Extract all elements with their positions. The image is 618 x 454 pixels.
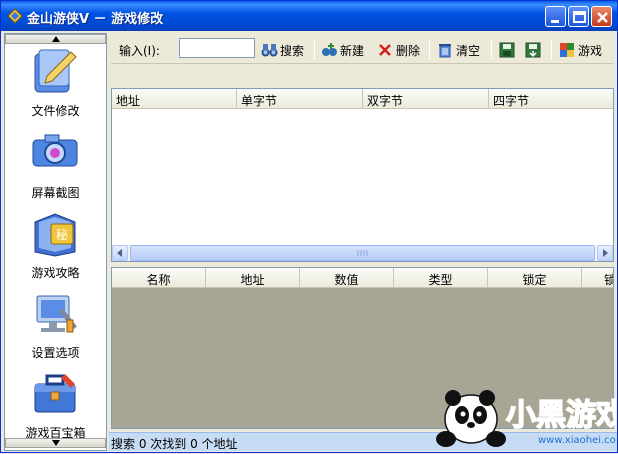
horizontal-scrollbar[interactable]	[112, 245, 613, 261]
toolbar-separator	[491, 39, 492, 59]
grip-icon	[357, 250, 368, 256]
maximize-button[interactable]	[568, 6, 589, 27]
sidebar-item-file-edit[interactable]: 文件修改	[5, 46, 106, 126]
column-header-value[interactable]: 数值	[300, 268, 394, 287]
scroll-thumb[interactable]	[130, 245, 595, 261]
toolbar: 输入(I): 搜索 新建 删除 清空 游戏	[111, 34, 613, 64]
address-results-list[interactable]: 地址 单字节 双字节 四字节	[111, 88, 614, 262]
sidebar: 文件修改 屏幕截图 秘 游戏攻略 设置选项 游戏百宝箱	[4, 33, 107, 451]
delete-button[interactable]: 删除	[377, 39, 423, 61]
sidebar-item-label: 屏幕截图	[31, 186, 80, 200]
new-icon	[322, 43, 337, 56]
locked-list-header: 名称 地址 数值 类型 锁定 锁	[112, 268, 613, 288]
new-button[interactable]: 新建	[321, 39, 367, 61]
binoculars-icon	[261, 44, 278, 57]
sidebar-scroll-down-button[interactable]	[5, 438, 106, 448]
close-icon	[597, 12, 608, 23]
toolbar-separator	[314, 39, 315, 59]
input-label: 输入(I):	[119, 44, 160, 58]
sidebar-item-label: 设置选项	[31, 346, 80, 360]
camera-icon	[32, 134, 78, 167]
column-header-lock-2[interactable]: 锁	[582, 268, 613, 287]
game-button[interactable]: 游戏	[559, 39, 609, 61]
minimize-button[interactable]	[545, 6, 566, 27]
game-label: 游戏	[578, 44, 603, 58]
column-header-byte[interactable]: 单字节	[237, 89, 363, 108]
column-header-address[interactable]: 地址	[112, 89, 237, 108]
address-list-header: 地址 单字节 双字节 四字节	[112, 89, 613, 109]
toolbar-separator	[429, 39, 430, 59]
close-button[interactable]	[591, 6, 612, 27]
trash-icon	[439, 44, 451, 58]
main-window: 金山游侠V － 游戏修改 文件修改 屏幕截图 秘 游戏攻略 设置选项 游戏百宝箱…	[0, 0, 618, 453]
search-button[interactable]: 搜索	[261, 39, 307, 61]
arrow-right-icon	[603, 249, 608, 257]
column-header-word[interactable]: 双字节	[363, 89, 489, 108]
file-edit-icon	[34, 49, 77, 93]
settings-icon	[36, 295, 77, 333]
column-header-type[interactable]: 类型	[394, 268, 488, 287]
search-input[interactable]	[179, 38, 255, 58]
load-button[interactable]	[525, 39, 543, 61]
arrow-down-icon	[52, 440, 60, 446]
clear-button[interactable]: 清空	[437, 39, 483, 61]
panda-icon: 小黑游戏 www.xiaohei.com	[436, 390, 618, 447]
game-icon	[560, 43, 574, 57]
column-header-name[interactable]: 名称	[112, 268, 206, 287]
sidebar-item-screenshot[interactable]: 屏幕截图	[5, 128, 106, 208]
sidebar-item-strategy[interactable]: 秘 游戏攻略	[5, 208, 106, 288]
delete-label: 删除	[396, 44, 421, 58]
column-header-address[interactable]: 地址	[206, 268, 300, 287]
minimize-icon	[551, 20, 559, 23]
column-header-dword[interactable]: 四字节	[489, 89, 613, 108]
sidebar-item-label: 游戏攻略	[31, 266, 80, 280]
save-button[interactable]	[499, 39, 517, 61]
app-icon	[7, 8, 23, 24]
sidebar-item-toolbox[interactable]: 游戏百宝箱	[5, 368, 106, 448]
strategy-book-icon: 秘	[34, 213, 76, 257]
search-label: 搜索	[280, 44, 305, 58]
title-bar[interactable]: 金山游侠V － 游戏修改	[1, 1, 617, 31]
sidebar-scroll-up-button[interactable]	[5, 34, 106, 44]
watermark-brand: 小黑游戏	[506, 398, 616, 433]
delete-icon	[379, 44, 391, 56]
sidebar-item-settings[interactable]: 设置选项	[5, 288, 106, 368]
scroll-left-button[interactable]	[112, 245, 128, 261]
maximize-icon	[573, 11, 586, 23]
window-title: 金山游侠V － 游戏修改	[27, 12, 164, 27]
toolbar-separator	[551, 39, 552, 59]
save-icon	[499, 42, 515, 58]
new-label: 新建	[340, 44, 365, 58]
column-header-lock[interactable]: 锁定	[488, 268, 582, 287]
scroll-right-button[interactable]	[597, 245, 613, 261]
arrow-left-icon	[117, 249, 122, 257]
load-icon	[525, 42, 541, 58]
arrow-up-icon	[52, 36, 60, 42]
sidebar-item-label: 文件修改	[31, 104, 80, 118]
watermark-logo: 小黑游戏 www.xiaohei.com	[426, 381, 618, 451]
clear-label: 清空	[456, 44, 481, 58]
svg-text:秘: 秘	[56, 228, 68, 242]
toolbox-icon	[34, 374, 76, 413]
watermark-url: www.xiaohei.com	[538, 435, 616, 446]
status-text: 搜索 0 次找到 0 个地址	[111, 437, 238, 451]
